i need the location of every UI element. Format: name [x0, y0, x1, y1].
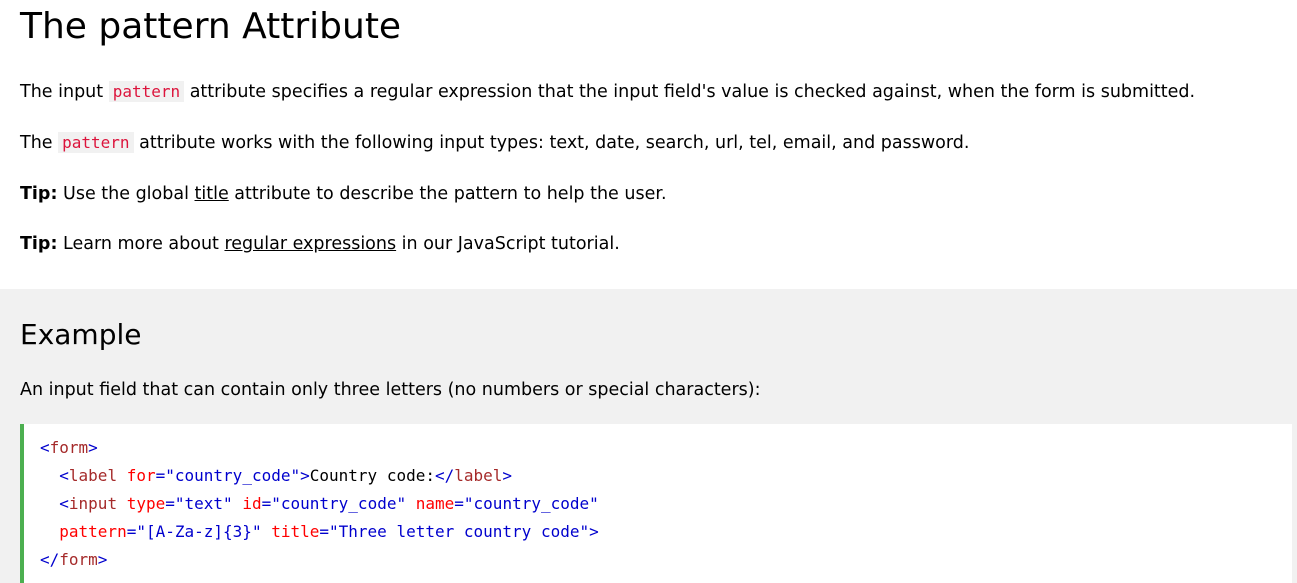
page-title: The pattern Attribute: [20, 6, 402, 47]
regular-expressions-link[interactable]: regular expressions: [224, 234, 396, 254]
input-types-description: The pattern attribute works with the fol…: [20, 132, 970, 153]
tip-label: Tip:: [20, 184, 58, 204]
pattern-description: The input pattern attribute specifies a …: [20, 81, 1196, 102]
code-line: <form>: [40, 438, 98, 457]
tip-title-attribute: Tip: Use the global title attribute to d…: [20, 184, 667, 204]
tip-label: Tip:: [20, 234, 58, 254]
title-link[interactable]: title: [195, 184, 229, 204]
code-line: <label for="country_code">Country code:<…: [59, 466, 513, 485]
code-example: <form> <label for="country_code">Country…: [20, 424, 1292, 583]
inline-code-pattern: pattern: [108, 81, 185, 102]
content-section: The pattern Attribute The input pattern …: [0, 0, 1297, 289]
code-line: pattern="[A-Za-z]{3}" title="Three lette…: [59, 522, 599, 541]
example-heading: Example: [20, 318, 142, 351]
code-line: <input type="text" id="country_code" nam…: [59, 494, 599, 513]
inline-code-pattern: pattern: [58, 132, 134, 153]
code-block: <form> <label for="country_code">Country…: [40, 434, 599, 574]
code-line: </form>: [40, 550, 108, 569]
tip-regular-expressions: Tip: Learn more about regular expression…: [20, 234, 620, 254]
example-panel: Example An input field that can contain …: [0, 289, 1297, 583]
example-description: An input field that can contain only thr…: [20, 380, 761, 400]
